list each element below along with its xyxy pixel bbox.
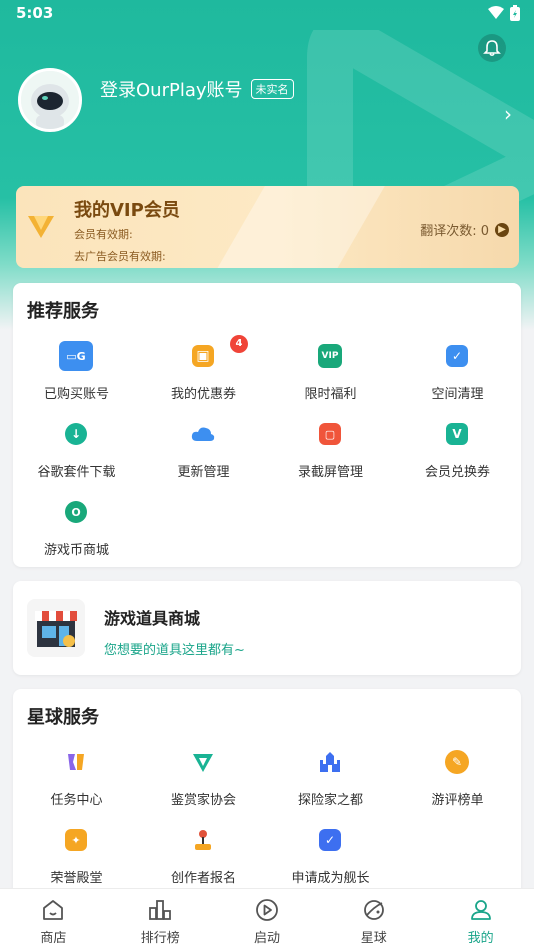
recommended-services-title: 推荐服务 (27, 301, 99, 322)
coupon-icon: ▣ (192, 345, 214, 367)
battery-icon (510, 5, 520, 21)
nav-mine[interactable]: 我的 (427, 889, 534, 950)
translate-count[interactable]: 翻译次数: 0 ▶ (420, 220, 509, 239)
vip-card[interactable]: 我的VIP会员 会员有效期: 去广告会员有效期: 翻译次数: 0 ▶ (16, 186, 519, 268)
nav-label: 排行榜 (140, 931, 180, 946)
vip-validity: 会员有效期: (74, 228, 133, 241)
translate-count-label: 翻译次数: 0 (420, 224, 489, 239)
vip-title: 我的VIP会员 (74, 200, 180, 221)
service-label: 谷歌套件下载 (37, 465, 116, 480)
service-label: 限时福利 (304, 387, 357, 402)
service-label: 创作者报名 (170, 871, 236, 886)
login-text: 登录OurPlay账号 (100, 80, 243, 101)
recommended-services-card: 推荐服务 ▭G 已购买账号 ▣ 4 我的优惠券 VIP 限时福利 ✓ 空间清理 … (13, 283, 521, 567)
profile-header (0, 0, 534, 330)
play-icon (256, 899, 278, 921)
honor-icon: ✦ (65, 829, 87, 851)
nav-label: 星球 (360, 931, 387, 946)
service-purchased-accounts[interactable]: ▭G 已购买账号 (13, 341, 140, 411)
service-label: 游戏币商城 (43, 543, 109, 558)
service-screen-record-management[interactable]: ▢ 录截屏管理 (267, 419, 394, 489)
nav-ranking[interactable]: 排行榜 (107, 889, 214, 950)
service-label: 录截屏管理 (297, 465, 363, 480)
service-label: 已购买账号 (43, 387, 109, 402)
screen-record-icon: ▢ (319, 423, 341, 445)
service-label: 会员兑换券 (424, 465, 490, 480)
status-bar: 5:03 (0, 0, 534, 28)
coupon-count-badge: 4 (230, 335, 248, 353)
shop-storefront-icon (27, 599, 85, 657)
service-explorer-capital[interactable]: 探险家之都 (267, 747, 394, 817)
service-creator-signup[interactable]: 创作者报名 (140, 825, 267, 895)
nav-label: 我的 (467, 931, 494, 946)
service-label: 荣誉殿堂 (50, 871, 103, 886)
service-my-coupons[interactable]: ▣ 4 我的优惠券 (140, 335, 267, 411)
chevron-right-icon[interactable]: › (504, 102, 512, 126)
service-vip-voucher[interactable]: V 会员兑换券 (394, 419, 521, 489)
login-prompt[interactable]: 登录OurPlay账号 未实名 (100, 76, 294, 102)
service-label: 我的优惠券 (170, 387, 236, 402)
astronaut-avatar-icon (21, 71, 79, 129)
bottom-navigation: 商店 排行榜 启动 星球 我的 (0, 888, 534, 950)
service-google-suite[interactable]: ↓ 谷歌套件下载 (13, 419, 140, 489)
vip-voucher-icon: V (446, 423, 468, 445)
broom-icon: ✓ (446, 345, 468, 367)
castle-icon (315, 747, 345, 777)
status-time: 5:03 (16, 4, 54, 22)
avatar[interactable] (18, 68, 82, 132)
cloud-icon (188, 419, 218, 449)
download-icon: ↓ (65, 423, 87, 445)
service-task-center[interactable]: 任务中心 (13, 747, 140, 817)
vip-adfree-validity: 去广告会员有效期: (74, 250, 166, 263)
service-update-management[interactable]: 更新管理 (140, 419, 267, 489)
item-shop-title: 游戏道具商城 (104, 609, 201, 628)
nav-planet[interactable]: 星球 (320, 889, 427, 950)
service-space-cleanup[interactable]: ✓ 空间清理 (394, 341, 521, 411)
service-coin-shop[interactable]: O 游戏币商城 (13, 497, 140, 567)
nav-label: 商店 (40, 931, 67, 946)
nav-store[interactable]: 商店 (0, 889, 107, 950)
service-label: 更新管理 (177, 465, 230, 480)
wifi-icon (488, 6, 504, 19)
review-leaf-icon: ✎ (445, 750, 469, 774)
vip-diamond-icon (28, 216, 54, 238)
realname-badge: 未实名 (250, 79, 294, 99)
service-apply-captain[interactable]: ✓ 申请成为舰长 (267, 825, 394, 895)
service-connoisseur-association[interactable]: 鉴赏家协会 (140, 747, 267, 817)
service-label: 鉴赏家协会 (170, 793, 236, 808)
coin-shop-icon: O (65, 501, 87, 523)
planet-services-card: 星球服务 任务中心 鉴赏家协会 探险家之都 ✎ 游评榜单 ✦ 荣誉殿堂 创作者报… (13, 689, 521, 899)
service-limited-welfare[interactable]: VIP 限时福利 (267, 341, 394, 411)
nav-label: 启动 (253, 931, 280, 946)
nav-launch[interactable]: 启动 (214, 889, 321, 950)
notification-bell-button[interactable] (478, 34, 506, 62)
service-label: 空间清理 (431, 387, 484, 402)
planet-services-title: 星球服务 (27, 707, 99, 728)
service-label: 任务中心 (50, 793, 103, 808)
vip-sheen-decoration (195, 186, 397, 268)
task-icon (61, 747, 91, 777)
joystick-icon (188, 825, 218, 855)
connoisseur-icon (188, 747, 218, 777)
account-cards-icon: ▭G (59, 341, 93, 371)
profile-icon (470, 900, 491, 920)
planet-icon (363, 900, 384, 920)
arrow-right-icon: ▶ (495, 222, 509, 237)
ranking-icon (149, 900, 172, 920)
store-icon (43, 900, 64, 920)
service-label: 探险家之都 (297, 793, 363, 808)
service-hall-of-honor[interactable]: ✦ 荣誉殿堂 (13, 825, 140, 895)
bell-icon (483, 40, 501, 57)
service-review-rankings[interactable]: ✎ 游评榜单 (394, 747, 521, 817)
captain-icon: ✓ (319, 829, 341, 851)
service-label: 游评榜单 (431, 793, 484, 808)
limited-gift-icon: VIP (318, 344, 342, 368)
service-label: 申请成为舰长 (291, 871, 370, 886)
item-shop-card[interactable]: 游戏道具商城 您想要的道具这里都有~ (13, 581, 521, 675)
item-shop-subtitle: 您想要的道具这里都有~ (104, 643, 245, 658)
